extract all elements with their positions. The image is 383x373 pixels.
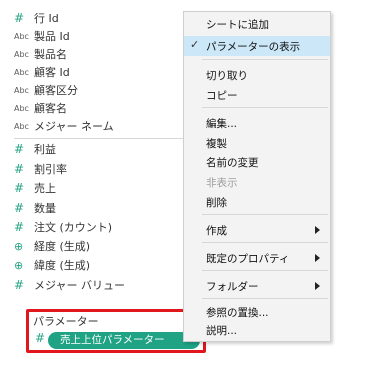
number-icon: #	[35, 331, 46, 345]
string-icon: Abc	[14, 121, 29, 131]
string-icon: Abc	[14, 85, 29, 95]
field-row-discount[interactable]: # 割引率	[14, 161, 67, 177]
number-icon: #	[14, 142, 25, 156]
field-label: 製品 Id	[34, 30, 70, 43]
menu-separator	[202, 298, 328, 299]
menu-item-label: 既定のプロパティ	[206, 252, 290, 265]
menu-separator	[202, 270, 328, 271]
parameters-section-title: パラメーター	[33, 315, 99, 328]
field-label: 顧客 Id	[34, 66, 70, 79]
number-icon: #	[14, 220, 25, 234]
menu-item-label: 作成	[206, 224, 227, 237]
field-label: 注文 (カウント)	[34, 221, 113, 234]
number-icon: #	[14, 201, 25, 215]
menu-item-replace-references[interactable]: 参照の置換...	[184, 302, 330, 322]
field-row-order-count[interactable]: # 注文 (カウント)	[14, 219, 112, 235]
submenu-arrow-icon	[315, 282, 320, 290]
field-row-customer-segment[interactable]: Abc 顧客区分	[14, 82, 78, 98]
menu-item-delete[interactable]: 削除	[184, 192, 330, 212]
context-menu: シートに追加 ✓ パラメーターの表示 切り取り コピー 編集... 複製 名前の…	[183, 11, 331, 342]
field-label: 行 Id	[34, 12, 59, 25]
menu-item-duplicate[interactable]: 複製	[184, 133, 330, 153]
menu-separator	[202, 214, 328, 215]
field-label: 経度 (生成)	[34, 240, 91, 253]
menu-item-describe[interactable]: 説明...	[184, 320, 330, 340]
globe-icon: ⊕	[14, 258, 24, 272]
menu-separator	[202, 107, 328, 108]
field-row-measure-values[interactable]: # メジャー バリュー	[14, 277, 125, 293]
menu-separator	[202, 59, 328, 60]
field-label: 顧客名	[34, 102, 67, 115]
string-icon: Abc	[14, 67, 29, 77]
submenu-arrow-icon	[315, 226, 320, 234]
menu-item-hide[interactable]: 非表示	[184, 172, 330, 192]
field-row-longitude[interactable]: ⊕ 経度 (生成)	[14, 238, 90, 254]
field-label: 緯度 (生成)	[34, 259, 91, 272]
field-row-measure-names[interactable]: Abc メジャー ネーム	[14, 118, 114, 134]
field-label: 利益	[34, 143, 56, 156]
menu-item-default-properties[interactable]: 既定のプロパティ	[184, 248, 330, 268]
field-row-sales[interactable]: # 売上	[14, 180, 56, 196]
field-label: メジャー バリュー	[34, 279, 125, 292]
string-icon: Abc	[14, 103, 29, 113]
menu-item-edit[interactable]: 編集...	[184, 113, 330, 133]
menu-item-create[interactable]: 作成	[184, 220, 330, 240]
field-row-id[interactable]: # 行 Id	[14, 10, 59, 26]
field-label: 製品名	[34, 48, 67, 61]
field-row-product-name[interactable]: Abc 製品名	[14, 46, 67, 62]
menu-item-label: フォルダー	[206, 280, 259, 293]
field-label: 数量	[34, 202, 56, 215]
number-icon: #	[14, 11, 25, 25]
menu-item-label: パラメーターの表示	[206, 40, 301, 53]
section-divider	[14, 138, 184, 139]
field-label: 顧客区分	[34, 84, 78, 97]
field-row-customer-name[interactable]: Abc 顧客名	[14, 100, 67, 116]
menu-item-rename[interactable]: 名前の変更	[184, 152, 330, 172]
field-row-quantity[interactable]: # 数量	[14, 200, 56, 216]
field-row-profit[interactable]: # 利益	[14, 141, 56, 157]
number-icon: #	[14, 162, 25, 176]
field-label: 割引率	[34, 163, 67, 176]
parameter-pill-top-sales[interactable]: 売上上位パラメーター	[48, 332, 200, 349]
string-icon: Abc	[14, 31, 29, 41]
field-row-customer-id[interactable]: Abc 顧客 Id	[14, 64, 70, 80]
submenu-arrow-icon	[315, 254, 320, 262]
menu-item-add-to-sheet[interactable]: シートに追加	[184, 14, 330, 34]
menu-item-copy[interactable]: コピー	[184, 85, 330, 105]
number-icon: #	[14, 181, 25, 195]
checkmark-icon: ✓	[190, 38, 200, 51]
menu-separator	[202, 242, 328, 243]
menu-item-cut[interactable]: 切り取り	[184, 65, 330, 85]
menu-item-folders[interactable]: フォルダー	[184, 276, 330, 296]
string-icon: Abc	[14, 49, 29, 59]
number-icon: #	[14, 278, 25, 292]
field-label: 売上	[34, 182, 56, 195]
field-row-product-id[interactable]: Abc 製品 Id	[14, 28, 70, 44]
globe-icon: ⊕	[14, 239, 24, 253]
menu-item-show-parameter[interactable]: ✓ パラメーターの表示	[184, 36, 330, 56]
field-row-latitude[interactable]: ⊕ 緯度 (生成)	[14, 257, 90, 273]
field-label: メジャー ネーム	[34, 120, 114, 133]
